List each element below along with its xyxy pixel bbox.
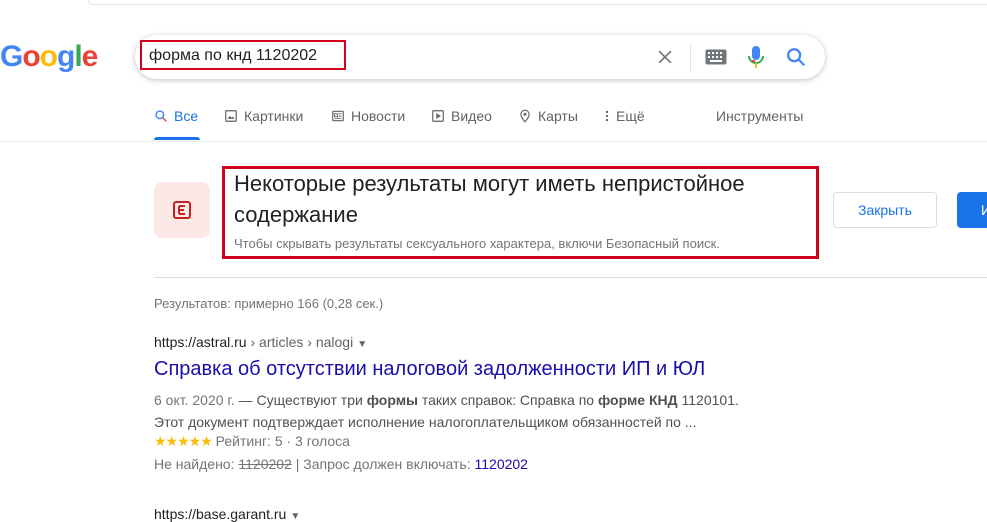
result-url[interactable]: https://base.garant.ru ▼ [154, 506, 300, 522]
result-url[interactable]: https://astral.ru › articles › nalogi ▼ [154, 334, 367, 350]
rating-text: Рейтинг: 5 · 3 голоса [211, 433, 350, 449]
safe-search-badge [154, 182, 210, 238]
result-date: 6 окт. 2020 г. [154, 392, 235, 408]
tabs-divider [0, 141, 987, 142]
result-site: https://base.garant.ru [154, 506, 287, 522]
caret-down-icon[interactable]: ▼ [357, 339, 367, 350]
notice-divider [154, 277, 987, 278]
tab-more[interactable]: Ещё [604, 108, 645, 124]
safe-search-title: Некоторые результаты могут иметь неприст… [234, 171, 745, 227]
snippet-bold: формы [366, 392, 418, 408]
news-icon [332, 110, 344, 122]
explicit-icon [173, 201, 191, 219]
microphone-icon[interactable] [747, 45, 765, 69]
snippet-text: таких справок: Справка по [418, 392, 598, 408]
missing-terms: Не найдено: 1120202 | Запрос должен вклю… [154, 456, 528, 472]
tab-images[interactable]: Картинки [224, 108, 303, 124]
missing-term: 1120202 [238, 456, 292, 472]
map-pin-icon [520, 109, 530, 123]
logo-letter: o [39, 40, 58, 73]
tab-label: Карты [538, 108, 578, 124]
tab-video[interactable]: Видео [431, 108, 492, 124]
caret-down-icon[interactable]: ▼ [290, 511, 300, 522]
google-logo[interactable]: Google [0, 40, 99, 74]
result-rating: ★★★★★ Рейтинг: 5 · 3 голоса [154, 433, 350, 450]
result-snippet: 6 окт. 2020 г. — Существуют три формы та… [154, 390, 754, 433]
close-button[interactable]: Закрыть [833, 192, 937, 228]
more-vert-icon [605, 110, 609, 122]
tab-label: Картинки [244, 108, 304, 124]
must-include-label: | Запрос должен включать: [291, 456, 475, 472]
top-border-decoration [88, 0, 987, 5]
logo-letter: l [74, 40, 82, 73]
tab-all[interactable]: Все [154, 108, 198, 124]
snippet-text: 1120101. [677, 392, 739, 408]
play-icon [432, 110, 444, 122]
search-icon[interactable] [785, 46, 807, 68]
tools-button[interactable]: Инструменты [716, 108, 803, 124]
tab-label: Видео [451, 108, 492, 124]
result-stats: Результатов: примерно 166 (0,28 сек.) [154, 296, 384, 311]
snippet-bold: форме КНД [597, 392, 678, 408]
tab-label: Ещё [616, 108, 645, 124]
missing-label: Не найдено: [154, 456, 239, 472]
snippet-text: Этот документ подтверждает исполнение на… [154, 413, 697, 430]
snippet-text: — Существуют три [234, 392, 367, 408]
tools-label: Инструменты [716, 108, 804, 124]
result-site: https://astral.ru [154, 334, 247, 350]
result-title-link[interactable]: Справка об отсутствии налоговой задолжен… [154, 358, 705, 381]
result-path: › articles › nalogi [246, 334, 354, 350]
rating-stars-icon: ★★★★★ [154, 433, 213, 449]
clear-icon[interactable] [655, 47, 675, 67]
search-icon [155, 110, 167, 122]
logo-letter: o [22, 40, 40, 73]
active-tab-indicator [154, 137, 200, 140]
logo-letter: e [81, 40, 99, 73]
search-divider [690, 45, 691, 71]
enable-safe-search-button[interactable]: И [957, 192, 987, 228]
safe-search-subtitle: Чтобы скрывать результаты сексуального х… [234, 236, 720, 251]
logo-letter: g [57, 40, 75, 73]
keyboard-icon[interactable] [705, 49, 727, 65]
search-box[interactable]: форма по кнд 1120202 [135, 35, 825, 79]
image-icon [225, 110, 237, 122]
tab-news[interactable]: Новости [331, 108, 405, 124]
logo-letter: G [0, 40, 23, 73]
must-include-link[interactable]: 1120202 [475, 456, 528, 472]
tab-label: Новости [351, 108, 406, 124]
tab-label: Все [174, 108, 199, 124]
tab-maps[interactable]: Карты [518, 108, 578, 124]
search-input[interactable]: форма по кнд 1120202 [149, 47, 317, 65]
